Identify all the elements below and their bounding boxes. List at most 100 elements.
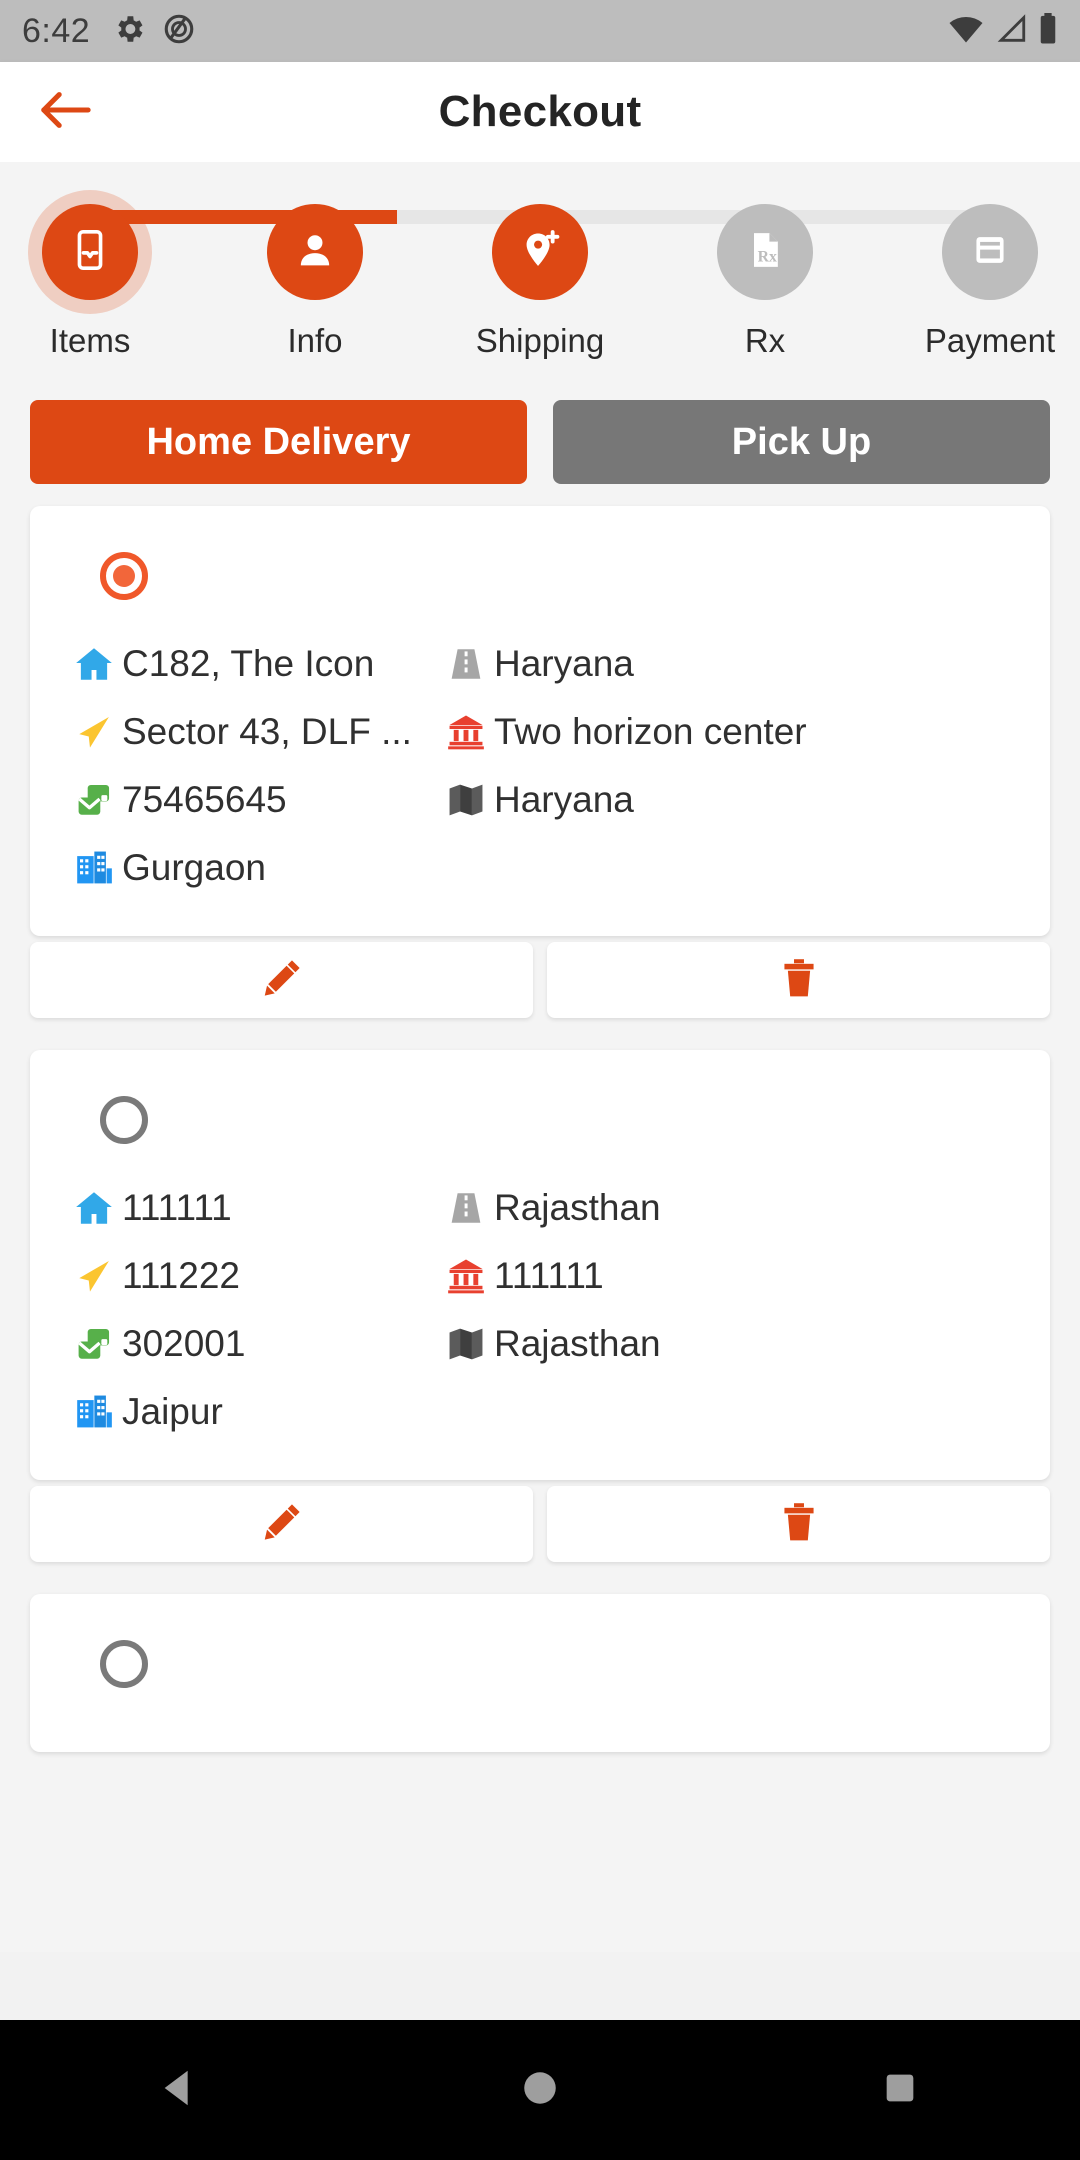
address-3-radio[interactable]	[100, 1640, 148, 1688]
address-2-landmark-text: 111111	[494, 1255, 604, 1296]
house-icon	[66, 1187, 122, 1229]
address-card-1-body[interactable]: C182, The Icon Sector 43, DLF ... 754656…	[30, 506, 1050, 936]
address-1-landmark-text: Two horizon center	[494, 711, 807, 752]
status-bar-system-icons	[948, 12, 1058, 50]
card-icon	[968, 228, 1012, 277]
address-2-line-landmark: 111111	[438, 1242, 1014, 1310]
address-2-line-state: Rajasthan	[438, 1174, 1014, 1242]
status-bar-notification-icons	[112, 12, 196, 51]
stepper-bubble-items	[42, 204, 138, 300]
mailbox-icon	[66, 1323, 122, 1365]
address-2-radio[interactable]	[100, 1096, 148, 1144]
arrow-icon	[66, 1255, 122, 1297]
delete-trash-icon	[776, 1499, 822, 1550]
wifi-icon	[948, 14, 984, 49]
address-card-3-body[interactable]	[30, 1594, 1050, 1752]
stepper-bubble-shipping	[492, 204, 588, 300]
address-2-street-text: 111222	[122, 1255, 240, 1296]
address-1-line-street: Sector 43, DLF ...	[66, 698, 438, 766]
address-1-state-text: Haryana	[494, 643, 634, 684]
address-card-2-body[interactable]: 111111 111222 302001 Jaipur Rajasthan 11…	[30, 1050, 1050, 1480]
address-1-delete-button[interactable]	[547, 942, 1050, 1018]
address-card-1: C182, The Icon Sector 43, DLF ... 754656…	[30, 506, 1050, 1018]
bank-icon	[438, 711, 494, 753]
battery-icon	[1038, 12, 1058, 50]
address-2-left-column: 111111 111222 302001 Jaipur	[66, 1174, 438, 1446]
stepper-label-payment: Payment	[924, 322, 1056, 359]
delivery-method-toggle: Home Delivery Pick Up	[0, 360, 1080, 484]
person-icon	[292, 227, 338, 278]
address-2-fields: 111111 111222 302001 Jaipur Rajasthan 11…	[66, 1174, 1014, 1446]
arrow-icon	[66, 711, 122, 753]
stepper-label-info: Info	[287, 322, 343, 359]
status-bar: 6:42	[0, 0, 1080, 62]
address-1-actions	[30, 942, 1050, 1018]
stepper-step-items[interactable]: Items	[28, 190, 152, 360]
prescription-icon: Rx	[743, 228, 787, 277]
address-1-right-column: Haryana Two horizon center Haryana	[438, 630, 1014, 902]
address-2-line-city: Jaipur	[66, 1378, 438, 1446]
buildings-icon	[66, 1391, 122, 1433]
stepper-bubble-rx: Rx	[717, 204, 813, 300]
road-icon	[438, 1187, 494, 1229]
address-2-edit-button[interactable]	[30, 1486, 533, 1562]
address-2-line-pin: 302001	[66, 1310, 438, 1378]
map-icon	[438, 1323, 494, 1365]
address-2-house-text: 111111	[122, 1187, 232, 1228]
checkout-stepper: Items Info Shipping Rx Rx Payment	[0, 162, 1080, 360]
address-2-line-house: 111111	[66, 1174, 438, 1242]
stepper-label-rx: Rx	[744, 322, 786, 359]
address-1-line-state: Haryana	[438, 630, 1014, 698]
address-1-radio-dot	[113, 565, 135, 587]
stepper-bubble-info	[267, 204, 363, 300]
address-2-radio-row	[66, 1084, 1014, 1174]
address-2-line-region: Rajasthan	[438, 1310, 1014, 1378]
app-bar: Checkout	[0, 62, 1080, 162]
road-icon	[438, 643, 494, 685]
checkout-content: Items Info Shipping Rx Rx Payment Home D…	[0, 162, 1080, 1952]
page-title: Checkout	[438, 87, 642, 136]
nav-back-button[interactable]	[120, 2045, 240, 2135]
address-1-pin-text: 75465645	[122, 779, 287, 820]
address-1-radio[interactable]	[100, 552, 148, 600]
back-triangle-icon	[157, 2065, 203, 2116]
mobile-inbox-icon	[67, 227, 113, 278]
cellular-signal-icon	[994, 13, 1028, 49]
mailbox-icon	[66, 779, 122, 821]
stepper-step-payment[interactable]: Payment	[925, 204, 1055, 360]
address-list: C182, The Icon Sector 43, DLF ... 754656…	[0, 484, 1080, 1752]
back-button[interactable]	[34, 81, 96, 143]
address-1-house-text: C182, The Icon	[122, 643, 375, 684]
stepper-step-info[interactable]: Info	[255, 204, 375, 360]
address-2-delete-button[interactable]	[547, 1486, 1050, 1562]
address-1-region-text: Haryana	[494, 779, 634, 820]
buildings-icon	[66, 847, 122, 889]
house-icon	[66, 643, 122, 685]
address-1-line-pin: 75465645	[66, 766, 438, 834]
stepper-step-shipping[interactable]: Shipping	[476, 204, 604, 360]
stepper-label-items: Items	[49, 322, 131, 359]
address-1-line-house: C182, The Icon	[66, 630, 438, 698]
address-1-line-region: Haryana	[438, 766, 1014, 834]
stepper-step-rx[interactable]: Rx Rx	[705, 204, 825, 360]
back-arrow-icon	[38, 89, 92, 136]
nav-home-button[interactable]	[480, 2045, 600, 2135]
address-1-edit-button[interactable]	[30, 942, 533, 1018]
edit-pencil-icon	[259, 1499, 305, 1550]
phone-screen: 6:42 Checkout Items Info Shipping Rx Rx …	[0, 0, 1080, 2160]
address-2-region-text: Rajasthan	[494, 1323, 661, 1364]
stepper-label-shipping: Shipping	[475, 322, 605, 359]
no-entry-circle-icon	[162, 12, 196, 51]
pick-up-button[interactable]: Pick Up	[553, 400, 1050, 484]
android-nav-bar	[0, 2020, 1080, 2160]
address-1-radio-row	[66, 540, 1014, 630]
address-2-state-text: Rajasthan	[494, 1187, 661, 1228]
nav-recents-button[interactable]	[840, 2045, 960, 2135]
address-1-line-landmark: Two horizon center	[438, 698, 1014, 766]
address-1-street-text: Sector 43, DLF ...	[122, 711, 412, 752]
home-delivery-button[interactable]: Home Delivery	[30, 400, 527, 484]
location-plus-icon	[517, 227, 563, 278]
address-3-radio-row	[66, 1628, 1014, 1718]
edit-pencil-icon	[259, 955, 305, 1006]
address-card-2: 111111 111222 302001 Jaipur Rajasthan 11…	[30, 1050, 1050, 1562]
